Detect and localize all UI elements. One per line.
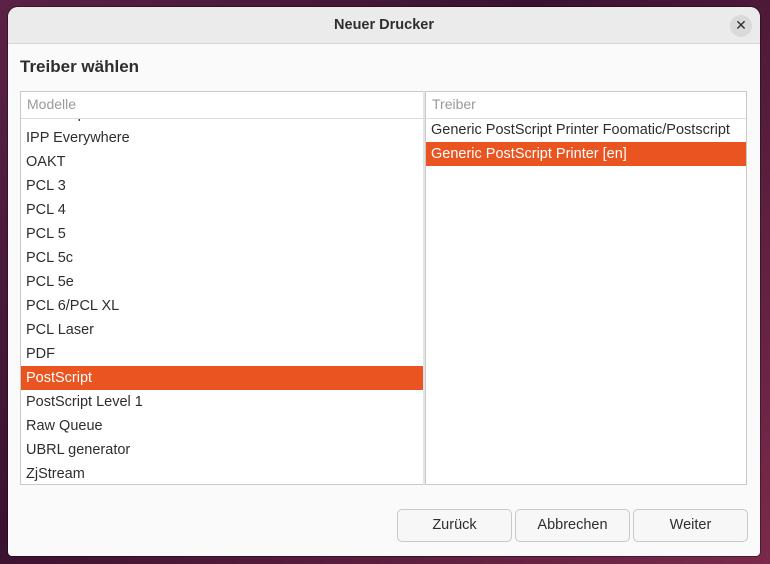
model-item[interactable]: PCL 5e (21, 270, 423, 294)
model-item[interactable]: PostScript (21, 366, 423, 390)
model-item[interactable]: Raw Queue (21, 414, 423, 438)
next-button[interactable]: Weiter (633, 509, 748, 542)
cancel-button[interactable]: Abbrechen (515, 509, 630, 542)
drivers-list[interactable]: Generic PostScript Printer Foomatic/Post… (426, 118, 746, 166)
titlebar: Neuer Drucker ✕ (8, 7, 760, 44)
model-item[interactable]: UBRL generator (21, 438, 423, 462)
drivers-column-header[interactable]: Treiber (426, 92, 746, 119)
model-item[interactable]: ZjStream (21, 462, 423, 484)
dialog-window: Neuer Drucker ✕ Treiber wählen Postscrip… (8, 7, 760, 556)
close-icon[interactable]: ✕ (730, 15, 752, 37)
back-button[interactable]: Zurück (397, 509, 512, 542)
models-column-header[interactable]: Modelle (21, 92, 423, 119)
models-panel[interactable]: Postscript IPP Everywhere OAKT PCL 3 PCL… (20, 91, 424, 485)
model-item[interactable]: PCL 3 (21, 174, 423, 198)
window-title: Neuer Drucker (334, 17, 434, 33)
model-item[interactable]: PDF (21, 342, 423, 366)
model-item[interactable]: PostScript Level 1 (21, 390, 423, 414)
model-item[interactable]: PCL Laser (21, 318, 423, 342)
model-item[interactable]: PCL 6/PCL XL (21, 294, 423, 318)
model-item[interactable]: OAKT (21, 150, 423, 174)
model-item[interactable]: PCL 5 (21, 222, 423, 246)
models-list[interactable]: Postscript IPP Everywhere OAKT PCL 3 PCL… (21, 102, 423, 484)
model-item[interactable]: IPP Everywhere (21, 126, 423, 150)
drivers-panel[interactable]: Treiber Generic PostScript Printer Fooma… (425, 91, 747, 485)
model-item[interactable]: PCL 5c (21, 246, 423, 270)
page-heading: Treiber wählen (20, 57, 140, 76)
driver-item[interactable]: Generic PostScript Printer [en] (426, 142, 746, 166)
model-item[interactable]: PCL 4 (21, 198, 423, 222)
driver-item[interactable]: Generic PostScript Printer Foomatic/Post… (426, 118, 746, 142)
